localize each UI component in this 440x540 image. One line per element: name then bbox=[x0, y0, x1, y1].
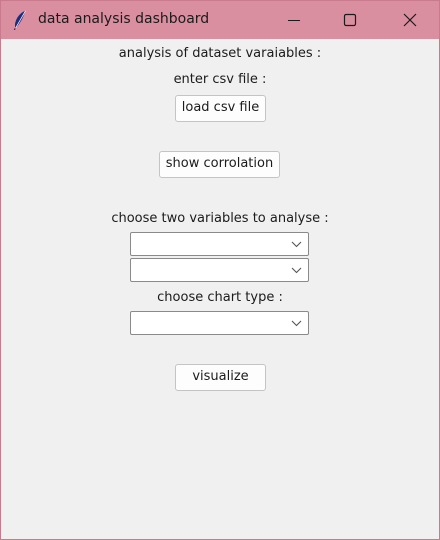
maximize-button[interactable] bbox=[322, 1, 378, 39]
app-window: data analysis dashboard analysis of data… bbox=[0, 0, 440, 540]
minimize-icon bbox=[288, 20, 300, 21]
minimize-button[interactable] bbox=[266, 1, 322, 39]
chevron-down-icon bbox=[291, 320, 302, 327]
enter-csv-label: enter csv file : bbox=[173, 72, 267, 87]
visualize-button[interactable]: visualize bbox=[175, 364, 266, 391]
title-bar[interactable]: data analysis dashboard bbox=[1, 1, 439, 39]
page-heading: analysis of dataset varaiables : bbox=[118, 46, 322, 61]
window-title: data analysis dashboard bbox=[38, 11, 210, 27]
feather-icon bbox=[13, 10, 27, 31]
show-correlation-button[interactable]: show corrolation bbox=[159, 151, 280, 178]
load-csv-button[interactable]: load csv file bbox=[175, 95, 266, 122]
variable-2-select[interactable] bbox=[130, 258, 309, 282]
chevron-down-icon bbox=[291, 267, 302, 274]
close-icon bbox=[403, 13, 417, 27]
choose-chart-label: choose chart type : bbox=[157, 290, 283, 305]
close-button[interactable] bbox=[382, 1, 438, 39]
choose-variables-label: choose two variables to analyse : bbox=[111, 211, 329, 226]
maximize-icon bbox=[343, 13, 357, 27]
chevron-down-icon bbox=[291, 241, 302, 248]
variable-1-select[interactable] bbox=[130, 232, 309, 256]
chart-type-select[interactable] bbox=[130, 311, 309, 335]
